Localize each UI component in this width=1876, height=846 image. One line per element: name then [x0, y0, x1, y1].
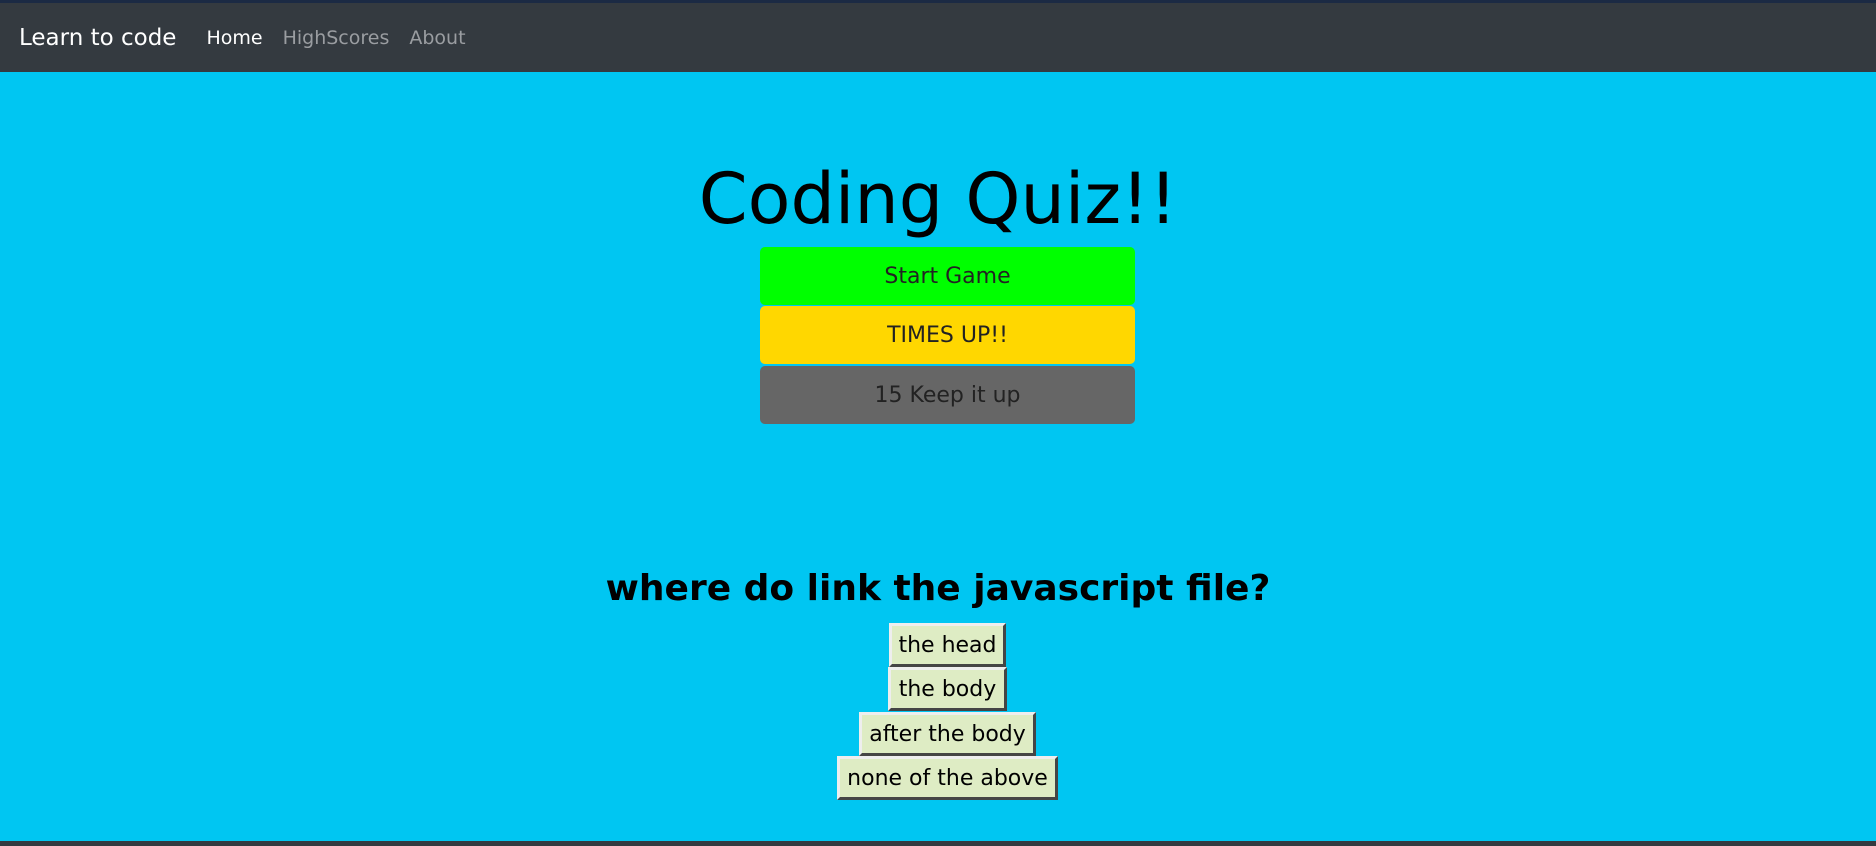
nav-highscores[interactable]: HighScores	[283, 27, 390, 49]
answer-button[interactable]: none of the above	[837, 756, 1058, 800]
status-button[interactable]: TIMES UP!!	[760, 306, 1135, 364]
footer-bar	[0, 841, 1876, 846]
answer-button[interactable]: the head	[889, 623, 1006, 667]
navbar: Learn to code Home HighScores About	[0, 0, 1876, 72]
nav-about[interactable]: About	[409, 27, 465, 49]
answer-button[interactable]: after the body	[859, 712, 1036, 756]
nav-home[interactable]: Home	[206, 27, 262, 49]
brand-link[interactable]: Learn to code	[19, 25, 176, 51]
start-game-button[interactable]: Start Game	[760, 247, 1135, 305]
answer-button[interactable]: the body	[888, 667, 1007, 711]
question-text: where do link the javascript file?	[605, 568, 1271, 609]
score-button[interactable]: 15 Keep it up	[760, 366, 1135, 424]
page-title: Coding Quiz!!	[698, 158, 1178, 240]
